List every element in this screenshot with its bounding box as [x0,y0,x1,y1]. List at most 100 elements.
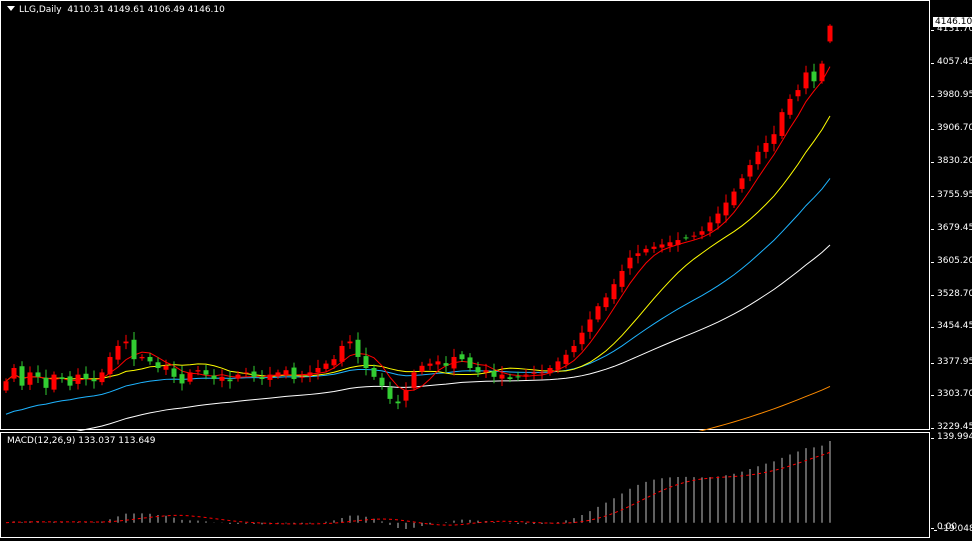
candle-body [763,143,769,152]
candle-body [755,151,761,165]
candle-body [235,374,241,379]
dropdown-triangle-icon[interactable] [7,6,15,11]
symbol-label: LLG,Daily [19,5,62,15]
candle-body [691,235,697,237]
candle-body [227,379,233,382]
candle-body [707,222,713,232]
ma-long-line [76,244,831,431]
candle-body [51,374,57,390]
candle-body [627,257,633,269]
candle-body [219,376,225,381]
candle-body [403,390,409,401]
ma-200-line [698,385,831,431]
candle-body [651,246,657,249]
candle-body [275,372,281,377]
candle-body [107,356,113,375]
candle-body [619,270,625,287]
candle-body [291,367,297,380]
candle-body [211,375,217,380]
candle-body [731,191,737,206]
price-axis-label: 3830.20 [930,156,972,166]
price-axis-label: 3906.70 [930,123,972,133]
candle-body [187,372,193,382]
candle-body [67,376,73,386]
candle-body [667,242,673,247]
candle-body [19,366,25,386]
candle-body [419,365,425,372]
candle-body [139,356,145,359]
candle-body [203,370,209,375]
candle-body [531,372,537,374]
candle-body [715,213,721,224]
candle-body [659,244,665,248]
price-chart-canvas [3,24,833,431]
candle-body [251,371,257,377]
candle-body [739,178,745,189]
candle-body [499,374,505,379]
candle-body [147,356,153,362]
candle-body [483,370,489,373]
price-axis-label: 3303.70 [930,389,972,399]
candle-body [795,90,801,97]
candle-body [515,376,521,378]
candle-body [163,365,169,370]
candle-body [27,372,33,385]
candle-body [195,370,201,372]
price-axis-label: 3679.45 [930,223,972,233]
candle-body [555,361,561,370]
candle-body [683,237,689,239]
candle-body [435,361,441,365]
macd-label: MACD(12,26,9) 133.037 113.649 [7,436,156,446]
candle-body [347,341,353,344]
price-axis-label: 3229.45 [930,422,972,432]
macd-min-label: -19.048 [934,524,972,534]
macd-signal-line [5,451,831,526]
candle-body [491,371,497,377]
candle-body [315,368,321,373]
candle-body [283,370,289,376]
price-axis-label: 3605.20 [930,256,972,266]
macd-pane[interactable]: MACD(12,26,9) 133.037 113.649 [0,432,930,538]
chart-header: LLG,Daily 4110.31 4149.61 4106.49 4146.1… [7,5,225,15]
candle-body [779,112,785,136]
candle-body [643,248,649,253]
candle-body [579,332,585,345]
candle-body [363,356,369,369]
ma-fast-line [5,66,831,392]
price-chart-pane[interactable]: LLG,Daily 4110.31 4149.61 4106.49 4146.1… [0,0,930,431]
candle-body [539,372,545,374]
candle-body [3,381,9,391]
candle-body [611,284,617,300]
candle-body [35,372,41,377]
current-price-tag: 4146.10 [933,17,972,27]
candle-body [467,357,473,369]
candle-body [155,362,161,369]
candle-body [43,377,49,388]
candle-body [587,319,593,332]
candle-body [307,372,313,376]
candle-body [443,363,449,366]
candle-body [603,297,609,308]
high-value: 4149.61 [107,5,145,15]
candle-body [259,376,265,380]
price-axis-label: 3980.95 [930,90,972,100]
candle-body [811,71,817,82]
candle-body [803,72,809,89]
candle-body [475,367,481,373]
ma-slow-line [5,178,831,415]
candle-body [771,134,777,144]
price-axis-label: 3755.95 [930,190,972,200]
macd-max-label: 139.994 [930,432,972,442]
open-value: 4110.31 [67,5,105,15]
candle-body [523,374,529,376]
candle-body [723,202,729,216]
candle-body [91,379,97,382]
candle-body [411,372,417,389]
candle-body [675,240,681,245]
candle-body [75,374,81,384]
candle-body [547,368,553,374]
price-axis[interactable]: 4131.70 4057.45 3980.95 3906.70 3830.20 3755.… [930,0,972,541]
candle-body [267,374,273,380]
ma-mid-line [5,115,831,382]
candle-body [747,165,753,177]
